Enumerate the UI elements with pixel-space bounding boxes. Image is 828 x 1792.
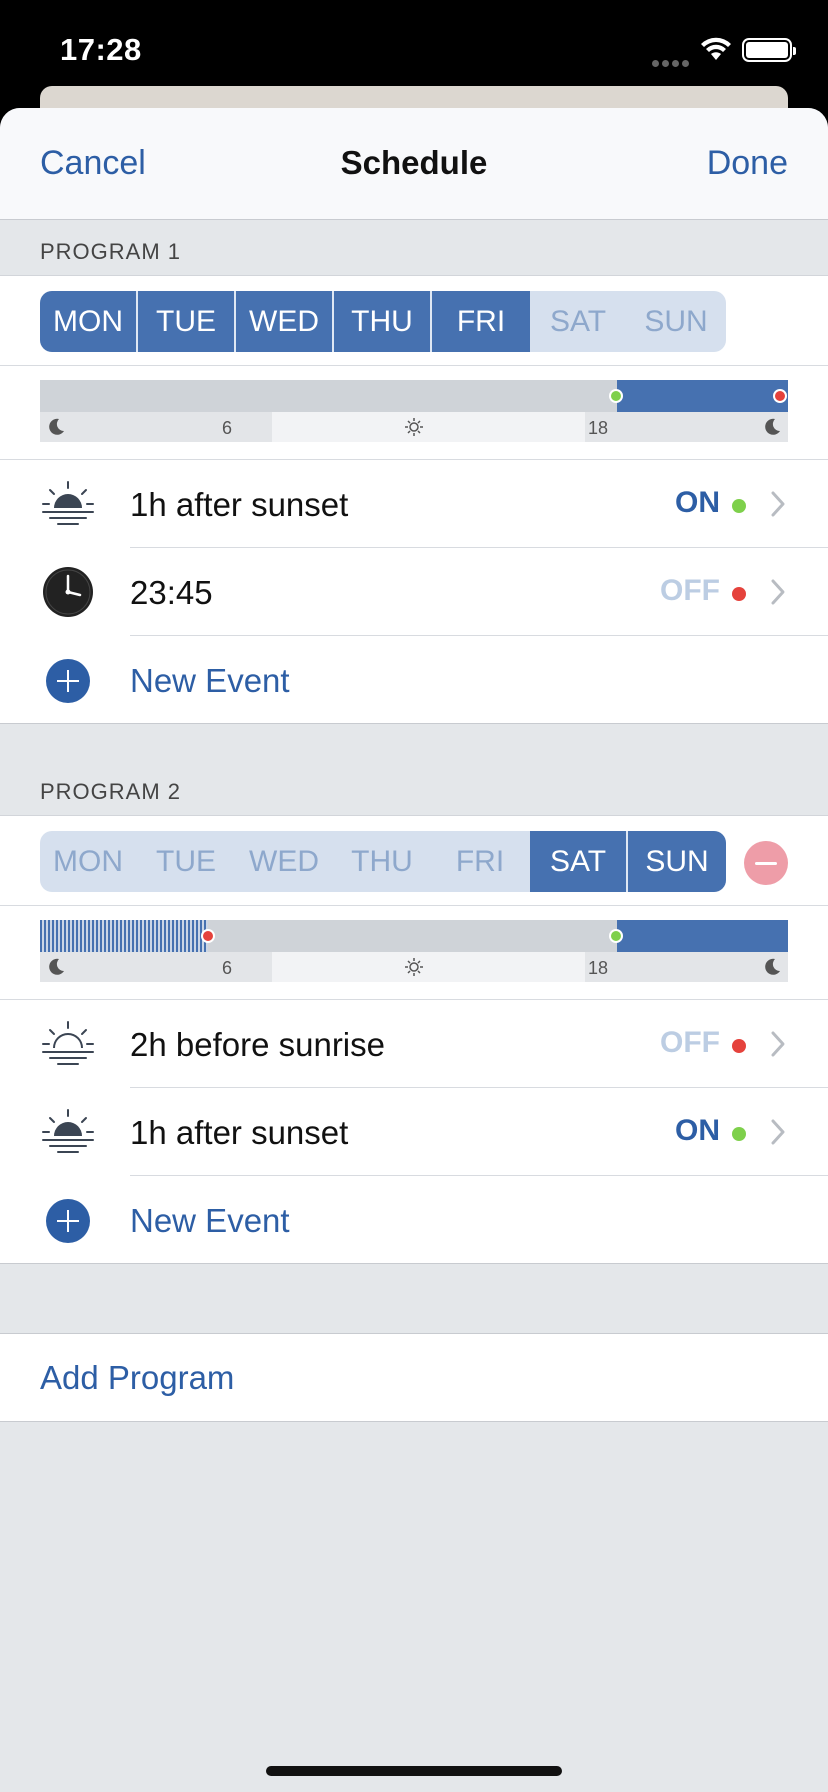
plus-icon [46, 1199, 90, 1243]
event-label: 2h before sunrise [130, 1026, 385, 1063]
moon-icon [765, 418, 780, 435]
status-dot [732, 1127, 746, 1141]
home-indicator[interactable] [266, 1766, 562, 1776]
wifi-icon [701, 37, 731, 60]
event-label: 23:45 [130, 574, 213, 611]
program-2-section: MON TUE WED THU FRI SAT SUN 6 18 2h befo… [0, 816, 828, 1264]
done-button[interactable]: Done [707, 144, 788, 183]
chevron-right-icon [771, 491, 785, 517]
event-state: ON [675, 486, 720, 519]
program-2-header: PROGRAM 2 [0, 724, 828, 816]
event-label: 1h after sunset [130, 1114, 349, 1151]
event-state: OFF [660, 574, 720, 607]
timeline-scale: 6 18 [40, 952, 788, 982]
delete-program-button[interactable] [744, 841, 788, 885]
day-wed[interactable]: WED [236, 831, 334, 892]
new-event-label: New Event [130, 662, 290, 699]
add-program-button[interactable]: Add Program [0, 1334, 828, 1422]
event-state: OFF [660, 1026, 720, 1059]
event-state: ON [675, 1114, 720, 1147]
event-row[interactable]: 23:45 OFF [0, 548, 828, 636]
nav-bar: Cancel Schedule Done [0, 108, 828, 220]
day-sun[interactable]: SUN [628, 831, 726, 892]
status-dot [732, 587, 746, 601]
status-dot [732, 499, 746, 513]
day-fri[interactable]: FRI [432, 831, 530, 892]
new-event-button[interactable]: New Event [0, 1176, 828, 1264]
timeline-scale: 6 18 [40, 412, 788, 442]
signal-icon [652, 54, 692, 72]
new-event-button[interactable]: New Event [0, 636, 828, 724]
chevron-right-icon [771, 579, 785, 605]
moon-icon [765, 958, 780, 975]
chevron-right-icon [771, 1031, 785, 1057]
event-row[interactable]: 1h after sunset ON [0, 460, 828, 548]
clock-icon [43, 567, 93, 617]
day-wed[interactable]: WED [236, 291, 334, 352]
day-sat[interactable]: SAT [530, 831, 628, 892]
status-time: 17:28 [60, 32, 142, 67]
add-program-label: Add Program [40, 1359, 235, 1396]
program-1-timeline: 6 18 [0, 366, 828, 460]
day-thu[interactable]: THU [334, 831, 432, 892]
program-1-day-selector-row: MON TUE WED THU FRI SAT SUN [0, 276, 828, 366]
new-event-label: New Event [130, 1202, 290, 1239]
timeline-off-marker [773, 389, 787, 403]
sunrise-icon [42, 1021, 94, 1065]
timeline-tick-18: 18 [588, 418, 609, 438]
timeline-tick-6: 6 [222, 958, 233, 978]
moon-icon [49, 958, 64, 975]
timeline-on-segment [617, 920, 788, 952]
program-1-header: PROGRAM 1 [0, 220, 828, 276]
timeline-on-marker [609, 929, 623, 943]
day-sat[interactable]: SAT [530, 291, 628, 352]
sun-icon [405, 958, 423, 976]
timeline-off-marker [201, 929, 215, 943]
timeline-tick-18: 18 [588, 958, 609, 978]
day-fri[interactable]: FRI [432, 291, 530, 352]
sun-icon [405, 418, 423, 436]
plus-icon [46, 659, 90, 703]
timeline-on-segment [617, 380, 788, 412]
moon-icon [49, 418, 64, 435]
timeline-bar [40, 920, 788, 952]
page-title: Schedule [340, 144, 488, 181]
day-mon[interactable]: MON [40, 831, 138, 892]
sunset-icon [42, 481, 94, 525]
event-row[interactable]: 2h before sunrise OFF [0, 1000, 828, 1088]
day-mon[interactable]: MON [40, 291, 138, 352]
day-tue[interactable]: TUE [138, 291, 236, 352]
event-row[interactable]: 1h after sunset ON [0, 1088, 828, 1176]
program-2-timeline: 6 18 [0, 906, 828, 1000]
day-sun[interactable]: SUN [628, 291, 726, 352]
timeline-on-marker [609, 389, 623, 403]
event-label: 1h after sunset [130, 486, 349, 523]
program-2-day-selector-row: MON TUE WED THU FRI SAT SUN [0, 816, 828, 906]
timeline-on-segment [40, 920, 208, 952]
status-bar: 17:28 [0, 0, 828, 100]
sunset-icon [42, 1109, 94, 1153]
timeline-bar [40, 380, 788, 412]
minus-icon [755, 861, 777, 865]
schedule-sheet: Cancel Schedule Done PROGRAM 1 MON TUE W… [0, 108, 828, 1792]
timeline-tick-6: 6 [222, 418, 233, 438]
chevron-right-icon [771, 1119, 785, 1145]
day-selector: MON TUE WED THU FRI SAT SUN [40, 831, 726, 892]
program-1-section: MON TUE WED THU FRI SAT SUN 6 18 1h afte… [0, 276, 828, 724]
day-tue[interactable]: TUE [138, 831, 236, 892]
day-selector: MON TUE WED THU FRI SAT SUN [40, 291, 726, 352]
day-thu[interactable]: THU [334, 291, 432, 352]
battery-icon [742, 38, 796, 62]
status-dot [732, 1039, 746, 1053]
